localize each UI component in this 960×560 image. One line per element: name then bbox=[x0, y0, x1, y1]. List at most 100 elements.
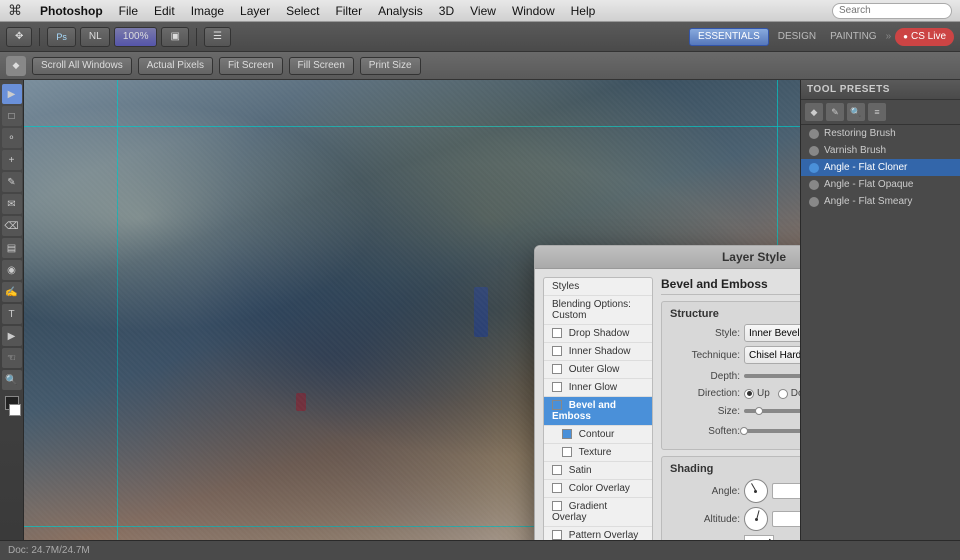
gradient-overlay-checkbox[interactable] bbox=[552, 501, 562, 511]
style-select[interactable]: Inner Bevel ▼ bbox=[744, 324, 800, 342]
tool-icon-set[interactable]: NL bbox=[80, 27, 110, 47]
actual-pixels-button[interactable]: Actual Pixels bbox=[138, 57, 213, 75]
nav-outer-glow[interactable]: Outer Glow bbox=[544, 361, 652, 379]
search-input[interactable] bbox=[832, 3, 952, 19]
soften-slider[interactable] bbox=[744, 429, 800, 433]
preset-item-3[interactable]: Angle - Flat Opaque bbox=[801, 176, 960, 193]
tool-lasso[interactable]: ⚬ bbox=[2, 128, 22, 148]
zoom-display[interactable]: 100% bbox=[114, 27, 158, 47]
tool-gradient[interactable]: ▤ bbox=[2, 238, 22, 258]
depth-row: Depth: 101 % bbox=[670, 368, 800, 384]
menu-3d[interactable]: 3D bbox=[431, 2, 462, 20]
menu-photoshop[interactable]: Photoshop bbox=[32, 2, 111, 20]
tool-zoom[interactable]: 🔍 bbox=[2, 370, 22, 390]
cslive-button[interactable]: ● CS Live bbox=[895, 28, 954, 46]
gloss-contour-picker[interactable] bbox=[744, 535, 774, 540]
menu-help[interactable]: Help bbox=[563, 2, 604, 20]
contour-checkbox[interactable] bbox=[562, 429, 572, 439]
menu-image[interactable]: Image bbox=[183, 2, 232, 20]
technique-select[interactable]: Chisel Hard ▼ bbox=[744, 346, 800, 364]
nav-gradient-overlay[interactable]: Gradient Overlay bbox=[544, 498, 652, 527]
angle-input[interactable]: 61 bbox=[772, 483, 800, 499]
background-swatch[interactable] bbox=[9, 404, 21, 416]
tool-hand[interactable]: ☜ bbox=[2, 348, 22, 368]
preset-item-2[interactable]: Angle - Flat Cloner bbox=[801, 159, 960, 176]
altitude-label: Altitude: bbox=[670, 514, 740, 525]
preset-dot-1 bbox=[809, 146, 819, 156]
nav-inner-glow[interactable]: Inner Glow bbox=[544, 379, 652, 397]
tool-dodge[interactable]: ◉ bbox=[2, 260, 22, 280]
scroll-all-windows-button[interactable]: Scroll All Windows bbox=[32, 57, 132, 75]
panel-tool-icon-1[interactable]: ◆ bbox=[805, 103, 823, 121]
tool-text[interactable]: T bbox=[2, 304, 22, 324]
texture-checkbox[interactable] bbox=[562, 447, 572, 457]
preset-item-4[interactable]: Angle - Flat Smeary bbox=[801, 193, 960, 210]
painting-button[interactable]: PAINTING bbox=[825, 31, 881, 42]
inner-shadow-checkbox[interactable] bbox=[552, 346, 562, 356]
tool-move[interactable]: ✥ bbox=[6, 27, 32, 47]
direction-down-radio[interactable]: Down bbox=[778, 388, 800, 399]
tool-clone[interactable]: ✉ bbox=[2, 194, 22, 214]
nav-inner-shadow[interactable]: Inner Shadow bbox=[544, 343, 652, 361]
altitude-dial[interactable] bbox=[744, 507, 768, 531]
angle-dial[interactable] bbox=[744, 479, 768, 503]
preset-label-3: Angle - Flat Opaque bbox=[824, 179, 914, 190]
menu-file[interactable]: File bbox=[111, 2, 146, 20]
nav-drop-shadow[interactable]: Drop Shadow bbox=[544, 325, 652, 343]
menu-window[interactable]: Window bbox=[504, 2, 563, 20]
menu-analysis[interactable]: Analysis bbox=[370, 2, 431, 20]
preset-item-0[interactable]: Restoring Brush bbox=[801, 125, 960, 142]
color-overlay-checkbox[interactable] bbox=[552, 483, 562, 493]
expand-workspaces[interactable]: » bbox=[886, 31, 892, 42]
nav-pattern-overlay[interactable]: Pattern Overlay bbox=[544, 527, 652, 540]
panel-tool-icon-2[interactable]: ✎ bbox=[826, 103, 844, 121]
nav-color-overlay[interactable]: Color Overlay bbox=[544, 480, 652, 498]
tool-pen[interactable]: ✍ bbox=[2, 282, 22, 302]
tool-eraser[interactable]: ⌫ bbox=[2, 216, 22, 236]
outer-glow-checkbox[interactable] bbox=[552, 364, 562, 374]
direction-up-radio[interactable]: Up bbox=[744, 388, 770, 399]
altitude-input[interactable]: 37 bbox=[772, 511, 800, 527]
nav-blending-options[interactable]: Blending Options: Custom bbox=[544, 296, 652, 325]
nav-texture[interactable]: Texture bbox=[544, 444, 652, 462]
fire-hydrant bbox=[296, 393, 306, 411]
design-button[interactable]: DESIGN bbox=[773, 31, 821, 42]
direction-up-dot bbox=[744, 389, 754, 399]
statusbar: Doc: 24.7M/24.7M bbox=[0, 540, 960, 560]
drop-shadow-checkbox[interactable] bbox=[552, 328, 562, 338]
nav-contour[interactable]: Contour bbox=[544, 426, 652, 444]
inner-glow-checkbox[interactable] bbox=[552, 382, 562, 392]
arrange-icon[interactable]: ☰ bbox=[204, 27, 231, 47]
soften-row: Soften: 0 px bbox=[670, 423, 800, 439]
panel-tool-icon-3[interactable]: 🔍 bbox=[847, 103, 865, 121]
satin-checkbox[interactable] bbox=[552, 465, 562, 475]
view-mode[interactable]: ▣ bbox=[161, 27, 188, 47]
apple-menu[interactable]: ⌘ bbox=[8, 2, 22, 19]
tool-shape[interactable]: ▶ bbox=[2, 326, 22, 346]
size-slider[interactable] bbox=[744, 409, 800, 413]
preset-item-1[interactable]: Varnish Brush bbox=[801, 142, 960, 159]
essentials-button[interactable]: ESSENTIALS bbox=[689, 28, 769, 46]
bevel-emboss-section-title: Bevel and Emboss bbox=[661, 277, 800, 295]
print-size-button[interactable]: Print Size bbox=[360, 57, 421, 75]
tool-selection[interactable]: ▶ bbox=[2, 84, 22, 104]
menu-select[interactable]: Select bbox=[278, 2, 327, 20]
fill-screen-button[interactable]: Fill Screen bbox=[289, 57, 354, 75]
menu-edit[interactable]: Edit bbox=[146, 2, 183, 20]
tool-crop[interactable]: □ bbox=[2, 106, 22, 126]
menu-filter[interactable]: Filter bbox=[327, 2, 370, 20]
nav-bevel-emboss[interactable]: Bevel and Emboss bbox=[544, 397, 652, 426]
fit-screen-button[interactable]: Fit Screen bbox=[219, 57, 283, 75]
technique-label: Technique: bbox=[670, 350, 740, 361]
tool-healing[interactable]: + bbox=[2, 150, 22, 170]
tool-brush[interactable]: ✎ bbox=[2, 172, 22, 192]
depth-slider[interactable] bbox=[744, 374, 800, 378]
nav-satin[interactable]: Satin bbox=[544, 462, 652, 480]
panel-tool-icon-4[interactable]: ≡ bbox=[868, 103, 886, 121]
menu-view[interactable]: View bbox=[462, 2, 504, 20]
angle-row: Angle: 61 ✓ Use Global Light bbox=[670, 479, 800, 503]
menu-layer[interactable]: Layer bbox=[232, 2, 278, 20]
pattern-overlay-checkbox[interactable] bbox=[552, 530, 562, 540]
nav-styles[interactable]: Styles bbox=[544, 278, 652, 296]
bevel-emboss-checkbox[interactable] bbox=[552, 400, 562, 410]
